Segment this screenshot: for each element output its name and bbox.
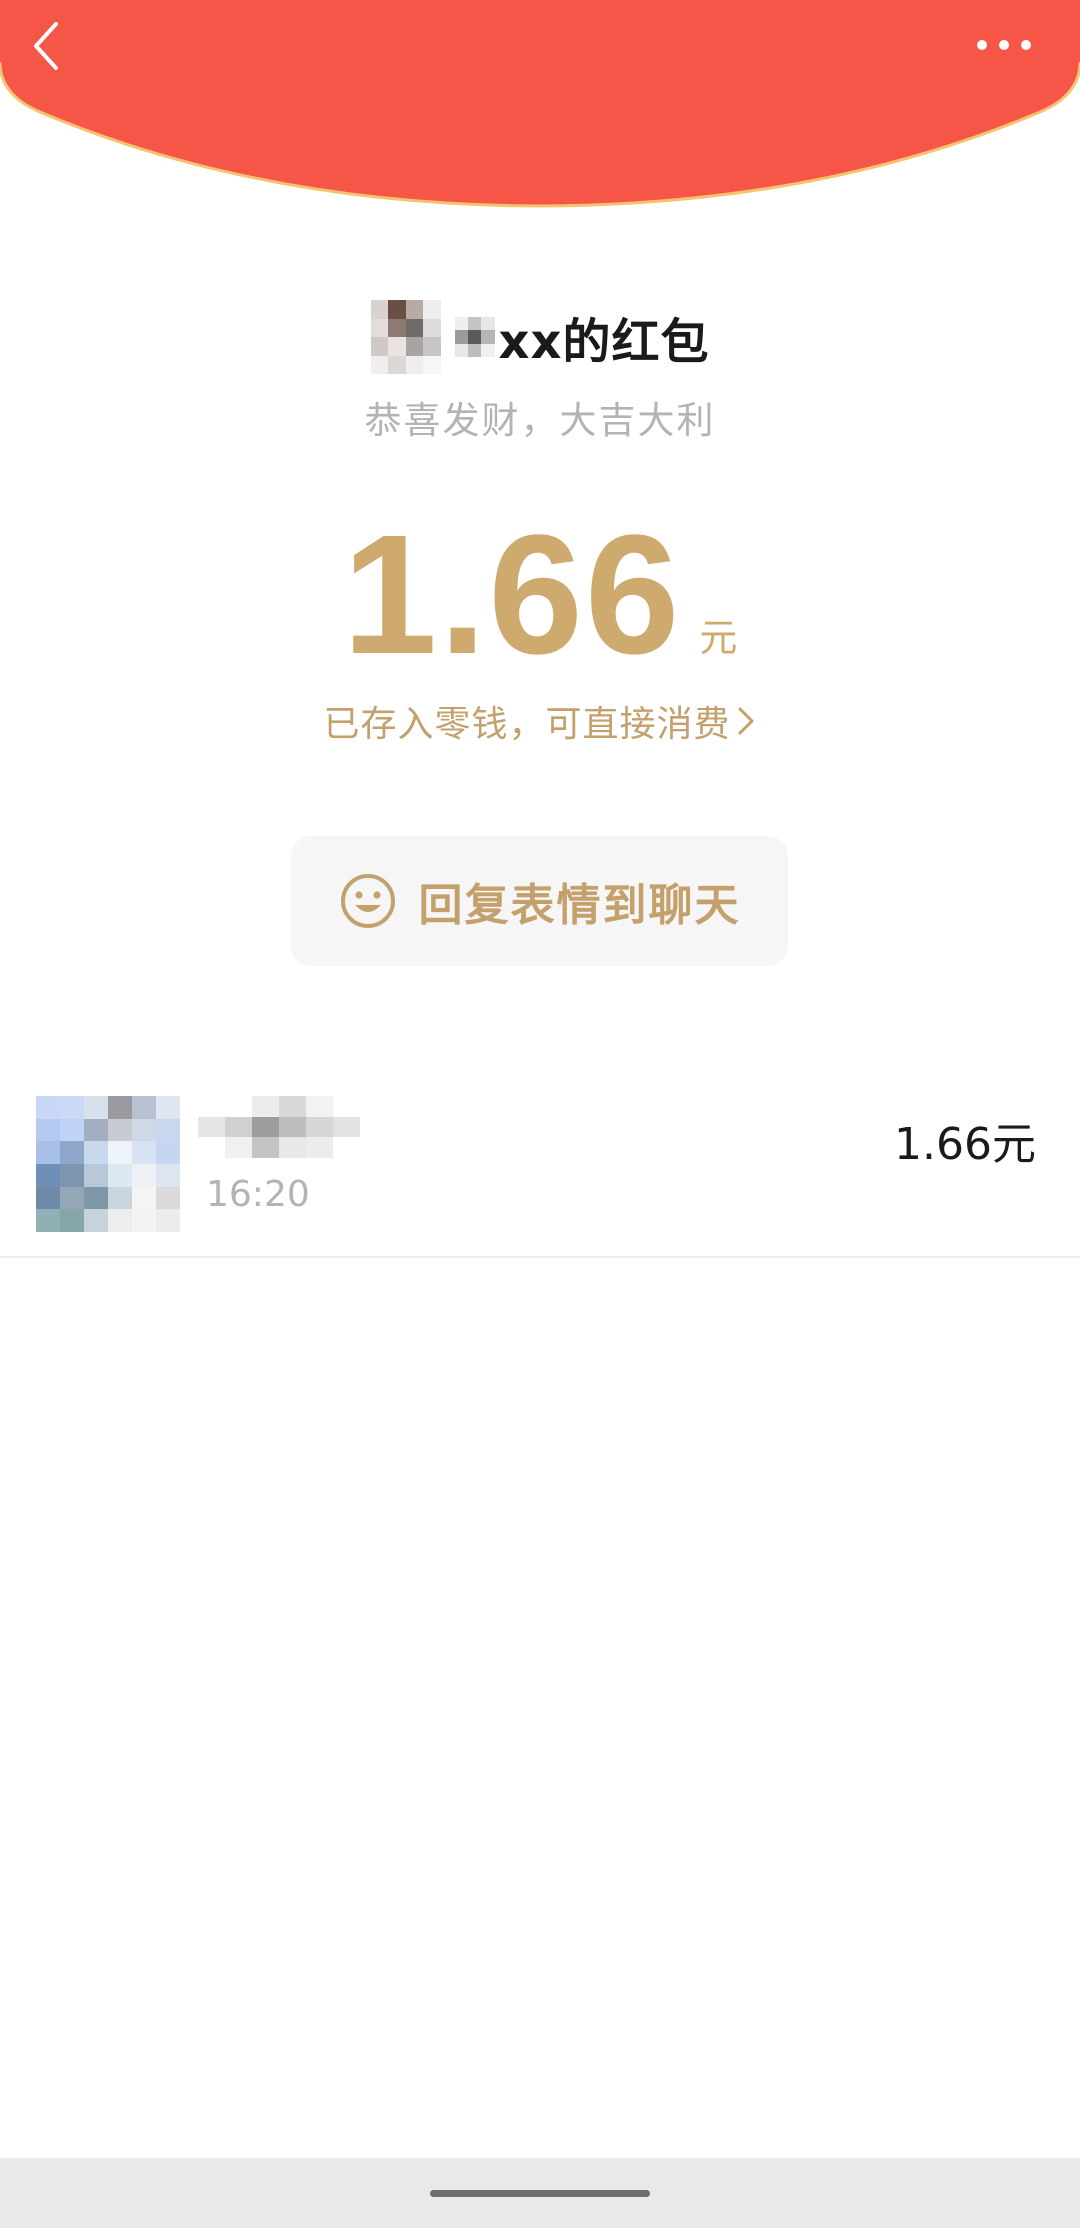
divider — [0, 1256, 1080, 1258]
back-chevron-icon[interactable] — [24, 14, 72, 78]
receive-record-row[interactable]: 16:20 1.66元 — [0, 1090, 1080, 1258]
smile-icon — [340, 874, 395, 928]
amount-value: 1.66 — [342, 500, 682, 690]
chevron-right-icon — [735, 704, 757, 747]
header-background — [0, 0, 1080, 208]
sender-title: xx的红包 — [498, 314, 710, 370]
red-envelope-header — [0, 0, 1080, 215]
record-avatar — [36, 1096, 180, 1232]
blessing-text: 恭喜发财，大吉大利 — [364, 399, 716, 442]
more-options-icon[interactable] — [972, 30, 1036, 60]
home-indicator[interactable] — [430, 2190, 650, 2197]
record-amount: 1.66元 — [894, 1119, 1036, 1170]
record-time: 16:20 — [206, 1174, 310, 1215]
reply-emoji-label: 回复表情到聊天 — [418, 880, 741, 931]
system-navigation-bar — [0, 2158, 1080, 2228]
reply-emoji-button[interactable]: 回复表情到聊天 — [291, 836, 788, 966]
sender-name-mask — [454, 317, 495, 357]
record-name-mask — [198, 1096, 360, 1158]
sender-row: xx的红包 — [0, 292, 1080, 382]
sender-avatar — [370, 300, 441, 374]
amount-row: 1.66 元 — [0, 500, 1080, 680]
stored-to-balance-link[interactable]: 已存入零钱，可直接消费 — [0, 695, 1080, 747]
stored-to-balance-text: 已存入零钱，可直接消费 — [323, 704, 731, 745]
amount-unit: 元 — [699, 616, 738, 660]
